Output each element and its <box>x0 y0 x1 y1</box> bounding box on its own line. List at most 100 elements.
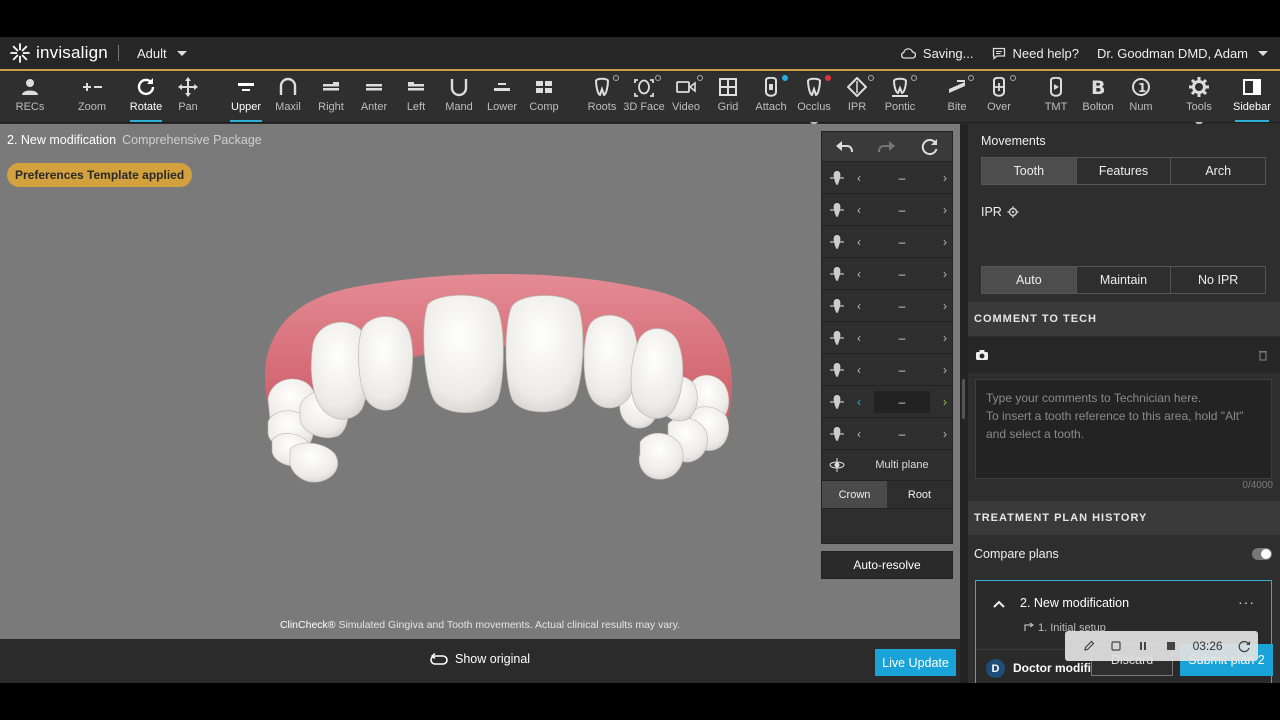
movements-arch-option[interactable]: Arch <box>1171 158 1265 184</box>
toolbar-label: Bite <box>947 101 967 113</box>
toolbar-anter-button[interactable]: Anter <box>352 73 396 123</box>
movement-value[interactable]: – <box>866 363 938 377</box>
crown-tab[interactable]: Crown <box>822 481 887 508</box>
chevron-down-icon <box>1258 50 1268 56</box>
resize-grip[interactable] <box>962 379 965 419</box>
toolbar-grid-button[interactable]: Grid <box>706 73 750 123</box>
movement-value[interactable]: – <box>866 171 938 185</box>
movement-value[interactable]: – <box>866 427 938 441</box>
ipr-maintain-option[interactable]: Maintain <box>1077 267 1172 293</box>
movement-value[interactable]: – <box>874 390 930 413</box>
eraser-icon[interactable] <box>1102 640 1129 652</box>
movements-features-option[interactable]: Features <box>1077 158 1172 184</box>
decrease-arrow[interactable]: ‹ <box>852 203 866 217</box>
toolbar-tmt-button[interactable]: TMT <box>1034 73 1078 123</box>
increase-arrow[interactable]: › <box>938 395 952 409</box>
decrease-arrow[interactable]: ‹ <box>852 267 866 281</box>
toolbar-right-button[interactable]: Right <box>309 73 353 123</box>
stop-icon[interactable] <box>1157 641 1184 651</box>
toolbar-roots-button[interactable]: Roots <box>580 73 624 123</box>
toolbar-over-button[interactable]: Over <box>977 73 1021 123</box>
increase-arrow[interactable]: › <box>938 267 952 281</box>
toolbar-lower-button[interactable]: Lower <box>480 73 524 123</box>
increase-arrow[interactable]: › <box>938 203 952 217</box>
decrease-arrow[interactable]: ‹ <box>852 395 866 409</box>
brand-logo: invisalign <box>9 42 108 64</box>
increase-arrow[interactable]: › <box>938 363 952 377</box>
toolbar-video-button[interactable]: Video <box>664 73 708 123</box>
toolbar-label: Maxil <box>275 101 301 113</box>
movements-tooth-option[interactable]: Tooth <box>982 158 1077 184</box>
toolbar-3d-face-button[interactable]: 3D Face <box>622 73 666 123</box>
toolbar-zoom-button[interactable]: Zoom <box>70 73 114 123</box>
decrease-arrow[interactable]: ‹ <box>852 171 866 185</box>
movement-value[interactable]: – <box>866 299 938 313</box>
movement-value[interactable]: – <box>866 235 938 249</box>
3d-viewport[interactable]: 2. New modification Comprehensive Package… <box>0 124 960 639</box>
toolbar-ipr-button[interactable]: IPR <box>835 73 879 123</box>
toolbar-recs-button[interactable]: RECs <box>8 73 52 123</box>
toolbar-comp-button[interactable]: Comp <box>522 73 566 123</box>
ipr-none-option[interactable]: No IPR <box>1171 267 1265 293</box>
left-view-icon <box>406 73 426 101</box>
dental-arch-model[interactable] <box>0 124 960 639</box>
toolbar-maxil-button[interactable]: Maxil <box>266 73 310 123</box>
camera-icon[interactable] <box>975 349 989 361</box>
decrease-arrow[interactable]: ‹ <box>852 427 866 441</box>
ipr-auto-option[interactable]: Auto <box>982 267 1077 293</box>
comment-textarea[interactable]: Type your comments to Technician here. T… <box>975 379 1272 479</box>
toolbar-sidebar-button[interactable]: Sidebar <box>1229 73 1275 123</box>
auto-resolve-button[interactable]: Auto-resolve <box>821 551 953 579</box>
reset-icon[interactable] <box>921 138 939 156</box>
toolbar-upper-button[interactable]: Upper <box>224 73 268 123</box>
pen-icon[interactable] <box>1075 640 1102 652</box>
restart-icon[interactable] <box>1231 640 1258 653</box>
toolbar-label: RECs <box>15 101 45 113</box>
toolbar-label: Roots <box>587 101 617 113</box>
toolbar-tools-button[interactable]: Tools <box>1176 73 1222 126</box>
decrease-arrow[interactable]: ‹ <box>852 363 866 377</box>
decrease-arrow[interactable]: ‹ <box>852 299 866 313</box>
multi-plane-row[interactable]: Multi plane <box>822 450 952 481</box>
movement-value[interactable]: – <box>866 203 938 217</box>
show-original-button[interactable]: Show original <box>430 652 530 666</box>
help-link[interactable]: Need help? <box>992 46 1079 61</box>
panel-resizer[interactable] <box>960 124 968 683</box>
toolbar-pan-button[interactable]: Pan <box>166 73 210 123</box>
toolbar-label: Lower <box>487 101 517 113</box>
toolbar-num-button[interactable]: 1 Num <box>1119 73 1163 123</box>
toolbar-left-button[interactable]: Left <box>394 73 438 123</box>
increase-arrow[interactable]: › <box>938 235 952 249</box>
redo-icon[interactable] <box>877 140 896 154</box>
toolbar-label: Zoom <box>77 101 107 113</box>
undo-icon[interactable] <box>835 140 853 154</box>
live-update-button[interactable]: Live Update <box>875 649 956 676</box>
toolbar-rotate-button[interactable]: Rotate <box>124 73 168 123</box>
toolbar-bolton-button[interactable]: B Bolton <box>1076 73 1120 123</box>
toolbar-pontic-button[interactable]: Pontic <box>878 73 922 123</box>
gear-icon[interactable] <box>1007 206 1019 218</box>
movement-value[interactable]: – <box>866 267 938 281</box>
compare-plans-toggle[interactable] <box>1252 548 1272 560</box>
increase-arrow[interactable]: › <box>938 331 952 345</box>
patient-type-dropdown[interactable]: Adult <box>137 46 187 61</box>
increase-arrow[interactable]: › <box>938 171 952 185</box>
increase-arrow[interactable]: › <box>938 427 952 441</box>
decrease-arrow[interactable]: ‹ <box>852 331 866 345</box>
toolbar-bite-button[interactable]: Bite <box>935 73 979 123</box>
toolbar-attach-button[interactable]: Attach <box>749 73 793 123</box>
movement-value[interactable]: – <box>866 331 938 345</box>
increase-arrow[interactable]: › <box>938 299 952 313</box>
chevron-up-icon[interactable] <box>993 600 1005 608</box>
toggle-compare-icon <box>430 653 448 665</box>
toolbar-mand-button[interactable]: Mand <box>437 73 481 123</box>
doctor-menu[interactable]: Dr. Goodman DMD, Adam <box>1097 46 1268 61</box>
branch-icon <box>1024 622 1035 631</box>
trash-icon[interactable] <box>1258 349 1268 361</box>
more-options-icon[interactable]: ··· <box>1238 594 1255 610</box>
root-tab[interactable]: Root <box>887 481 952 508</box>
pause-icon[interactable] <box>1130 641 1157 651</box>
toolbar-occlus-button[interactable]: Occlus <box>792 73 836 126</box>
right-view-icon <box>321 73 341 101</box>
decrease-arrow[interactable]: ‹ <box>852 235 866 249</box>
